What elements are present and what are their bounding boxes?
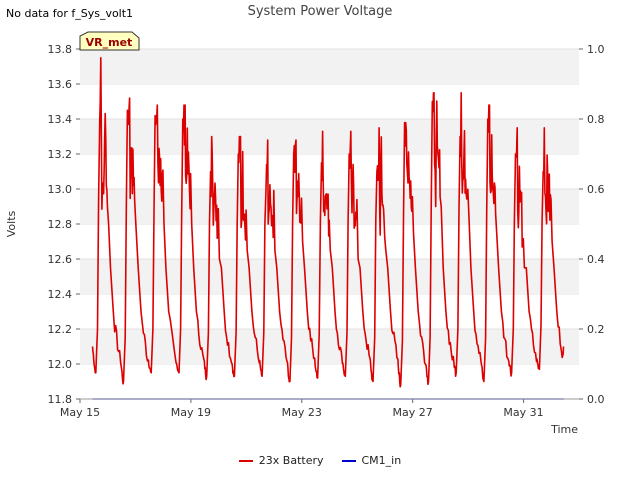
x-tick-label: May 23 bbox=[282, 406, 322, 419]
legend-label-battery: 23x Battery bbox=[258, 454, 324, 467]
x-tick-label: May 15 bbox=[60, 406, 100, 419]
y2-axis-ticks: 0.0 0.2 0.4 0.6 0.8 1.0 bbox=[579, 43, 605, 406]
y2-tick-label: 1.0 bbox=[587, 43, 605, 56]
y-tick-label: 13.4 bbox=[48, 113, 73, 126]
y2-tick-label: 0.2 bbox=[587, 323, 605, 336]
legend-item-battery: 23x Battery bbox=[238, 454, 324, 467]
y-tick-label: 11.8 bbox=[48, 393, 73, 406]
vr-met-badge: VR_met bbox=[79, 31, 140, 51]
y-tick-label: 12.4 bbox=[48, 288, 73, 301]
y-axis-label: Volts bbox=[5, 210, 18, 237]
x-axis-label: Time bbox=[550, 423, 578, 436]
y-tick-label: 13.0 bbox=[48, 183, 73, 196]
y2-tick-label: 0.8 bbox=[587, 113, 605, 126]
y-tick-label: 13.2 bbox=[48, 148, 73, 161]
grid-band bbox=[80, 259, 579, 294]
y2-tick-label: 0.6 bbox=[587, 183, 605, 196]
y2-tick-label: 0.0 bbox=[587, 393, 605, 406]
y-axis-ticks: 11.8 12.0 12.2 12.4 12.6 12.8 13.0 13.2 13.4 13.6… bbox=[48, 43, 80, 406]
legend: 23x Battery CM1_in bbox=[0, 454, 640, 467]
x-tick-label: May 19 bbox=[171, 406, 211, 419]
legend-swatch-battery bbox=[238, 459, 253, 462]
legend-label-cm1: CM1_in bbox=[361, 454, 402, 467]
y-tick-label: 12.6 bbox=[48, 253, 73, 266]
legend-swatch-cm1 bbox=[341, 459, 356, 462]
y-tick-label: 12.0 bbox=[48, 358, 73, 371]
grid-band bbox=[80, 49, 579, 84]
x-tick-label: May 27 bbox=[393, 406, 433, 419]
y-tick-label: 12.2 bbox=[48, 323, 73, 336]
y2-tick-label: 0.4 bbox=[587, 253, 605, 266]
voltage-chart: 11.8 12.0 12.2 12.4 12.6 12.8 13.0 13.2 13.4 13.6… bbox=[5, 31, 605, 436]
legend-item-cm1: CM1_in bbox=[341, 454, 402, 467]
x-tick-label: May 31 bbox=[503, 406, 543, 419]
y-tick-label: 13.6 bbox=[48, 78, 73, 91]
y-tick-label: 13.8 bbox=[48, 43, 73, 56]
x-axis-ticks: May 15 May 19 May 23 May 27 May 31 bbox=[60, 399, 544, 419]
vr-met-label: VR_met bbox=[86, 36, 133, 49]
y-tick-label: 12.8 bbox=[48, 218, 73, 231]
